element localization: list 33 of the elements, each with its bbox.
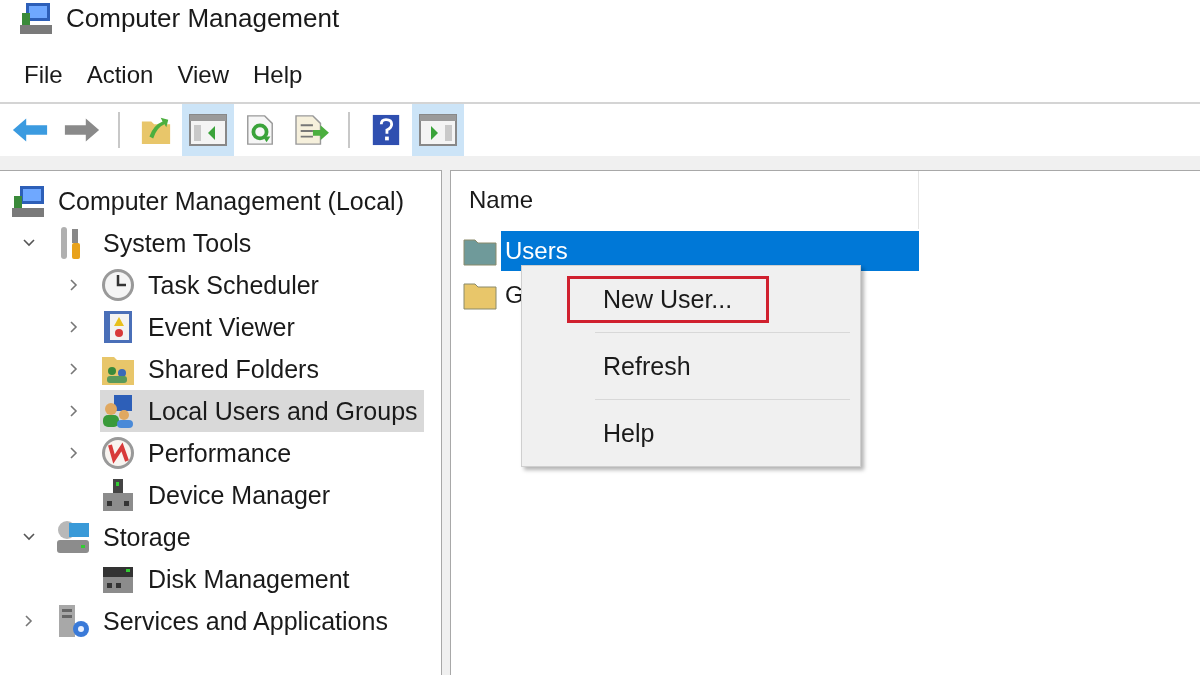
toolbar-button[interactable] [412,104,464,156]
menu-item[interactable]: View [165,58,241,92]
tree-item[interactable]: Task Scheduler [100,264,325,306]
device-icon [100,477,136,513]
tree-item[interactable]: Storage [55,516,197,558]
tree-item[interactable]: Computer Management (Local) [10,180,410,222]
tree-item[interactable]: System Tools [55,222,258,264]
storage-icon [55,519,91,555]
context-menu-item[interactable]: Help [522,400,860,466]
pane-left-icon [189,114,227,146]
menu-item[interactable]: Action [74,58,166,92]
window-title: Computer Management [66,2,340,34]
tree-item[interactable]: Device Manager [100,474,337,516]
computer-icon [10,183,46,219]
tree-item[interactable]: Shared Folders [100,348,325,390]
computer-icon [18,1,54,35]
export-list-icon [293,114,331,146]
context-menu-item[interactable]: Refresh [522,333,860,399]
pane-right-icon [419,114,457,146]
folder-icon [463,236,497,266]
tree-item[interactable]: Performance [100,432,298,474]
gauge-icon [100,435,136,471]
tree-item[interactable]: Event Viewer [100,306,301,348]
menu-item[interactable]: Help [240,58,315,92]
toolbar-button[interactable] [182,104,234,156]
users-icon [100,393,136,429]
tree-item[interactable]: Services and Applications [55,600,394,642]
clock-icon [100,267,136,303]
menu-item[interactable]: File [12,58,75,92]
tree-item[interactable]: Local Users and Groups [100,390,424,432]
tree-item[interactable]: Disk Management [100,558,356,600]
column-header[interactable]: Name [469,186,534,214]
folder-icon [463,280,497,310]
